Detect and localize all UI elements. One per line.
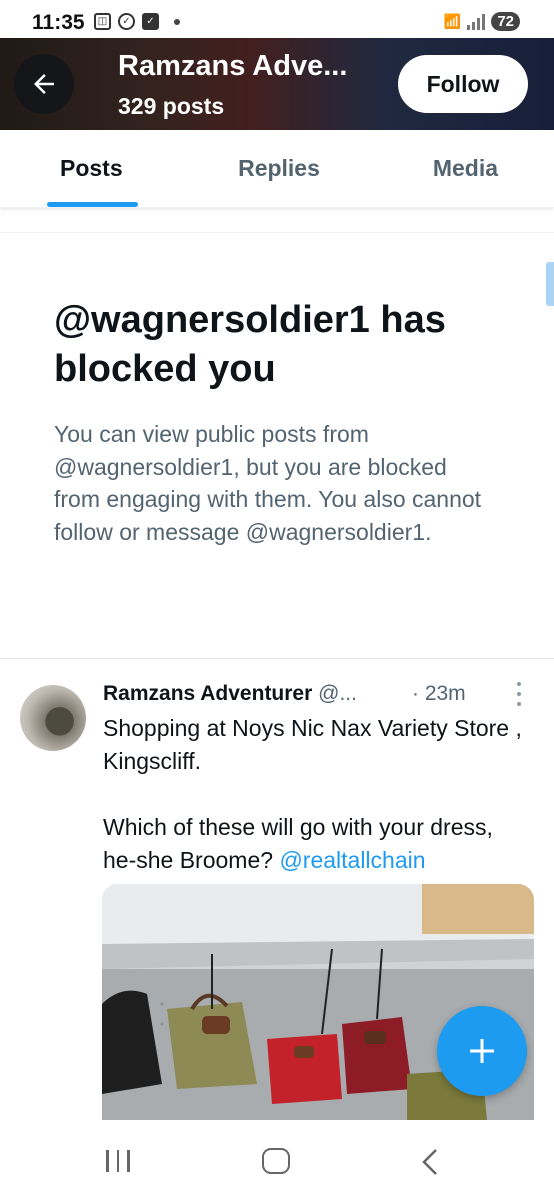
blocked-title: @wagnersoldier1 has blocked you (54, 299, 446, 390)
blocked-body: You can view public posts from @wagnerso… (54, 421, 482, 545)
back-button[interactable] (14, 54, 74, 114)
signal-icon (467, 13, 486, 30)
plus-icon (470, 1039, 494, 1063)
checkbox-icon: ✓ (142, 13, 159, 30)
wifi-icon: 📶 (443, 13, 462, 29)
post-text-line: Shopping at Noys Nic Nax Variety Store ,… (103, 715, 522, 774)
divider (0, 232, 554, 233)
follow-button[interactable]: Follow (398, 55, 528, 113)
recent-apps-icon[interactable] (106, 1150, 130, 1172)
tab-replies[interactable]: Replies (206, 130, 352, 207)
status-right: 📶 72 (444, 12, 520, 31)
arrow-left-icon (34, 74, 54, 94)
post-count: 329 posts (118, 93, 225, 119)
mention-link[interactable]: @realtallchain (279, 847, 425, 873)
tab-media[interactable]: Media (352, 130, 554, 207)
active-tab-indicator (47, 202, 138, 207)
check-circle-icon: ✓ (118, 13, 135, 30)
status-icons: ◫ ✓ ✓ (94, 13, 180, 30)
scrollbar[interactable] (546, 262, 554, 306)
post-text: Shopping at Noys Nic Nax Variety Store ,… (103, 712, 523, 877)
profile-tabs: Posts Replies Media (0, 130, 554, 208)
post-text-line: Which of these will go with your dress, … (103, 814, 493, 873)
post-timestamp[interactable]: · 23m (412, 682, 466, 706)
nav-back-icon[interactable] (420, 1148, 440, 1181)
status-time: 11:35 (32, 11, 85, 34)
tab-label: Posts (60, 155, 123, 181)
screenshot-icon: ◫ (94, 13, 111, 30)
compose-button[interactable] (437, 1006, 527, 1096)
divider (0, 658, 554, 659)
post-author-name[interactable]: Ramzans Adventurer (103, 682, 312, 705)
avatar[interactable] (20, 685, 86, 751)
tab-posts[interactable]: Posts (0, 130, 206, 207)
profile-header: Ramzans Adve... 329 posts Follow (0, 38, 554, 130)
post-author-handle[interactable]: @... (318, 682, 357, 705)
home-icon[interactable] (262, 1148, 290, 1174)
notification-dot-icon (174, 18, 180, 25)
tab-label: Replies (238, 155, 320, 181)
more-vertical-icon[interactable] (512, 682, 526, 706)
tab-label: Media (432, 155, 498, 181)
status-bar: 11:35 ◫ ✓ ✓ 📶 72 (0, 0, 554, 42)
post-header: Ramzans Adventurer @... (103, 682, 357, 706)
profile-name: Ramzans Adve... (118, 50, 348, 82)
battery-icon: 72 (491, 12, 520, 31)
